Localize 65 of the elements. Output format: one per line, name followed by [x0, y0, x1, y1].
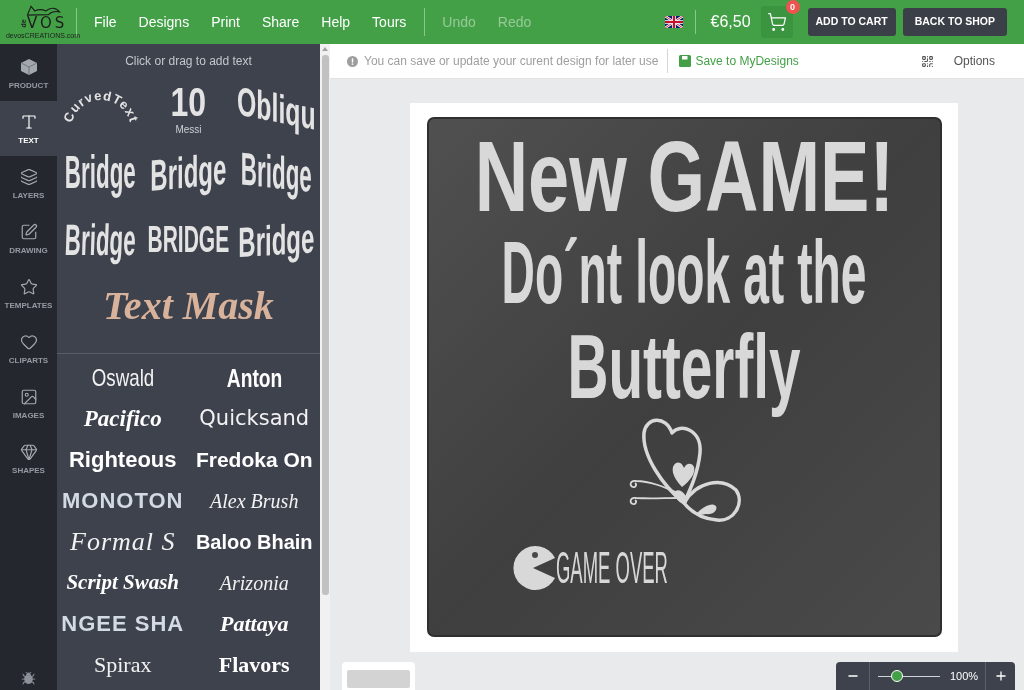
design-text[interactable]: New GAME! — [474, 126, 895, 226]
font-option[interactable]: MONOTON — [62, 489, 184, 512]
info-icon — [347, 55, 358, 67]
pacman-icon[interactable] — [510, 545, 556, 592]
bridge-text-preset[interactable]: Bridge — [238, 216, 315, 264]
sidebar-tab[interactable]: CLIPARTS — [0, 321, 57, 376]
qr-code-icon[interactable] — [920, 54, 934, 68]
pencil-square-icon — [19, 222, 38, 241]
font-option[interactable]: NGEE SHA — [61, 612, 185, 635]
options-button[interactable]: Options — [953, 52, 995, 70]
game-over-text[interactable]: GAME OVER — [556, 546, 668, 591]
oblique-text-preset[interactable]: Obliqu — [236, 80, 316, 136]
bug-icon[interactable] — [21, 671, 36, 686]
sidebar-tab[interactable]: PRODUCT — [0, 46, 57, 101]
font-option[interactable]: Baloo Bhain — [195, 531, 313, 552]
font-option[interactable]: Quicksand — [199, 408, 310, 429]
add-to-cart-button[interactable]: ADD TO CART — [807, 8, 896, 36]
fox-logo-icon — [24, 5, 62, 16]
sidebar-tab[interactable]: IMAGES — [0, 376, 57, 431]
font-option[interactable]: Righteous — [68, 448, 177, 471]
zoom-slider-thumb[interactable] — [890, 670, 903, 682]
font-option[interactable]: Arizonia — [219, 572, 289, 593]
sidebar-tab[interactable]: SHAPES — [0, 431, 57, 486]
font-option[interactable]: Oswald — [91, 365, 154, 390]
layers-icon — [19, 167, 38, 186]
zoom-percentage: 100% — [950, 668, 979, 684]
uk-flag-icon[interactable] — [665, 16, 684, 28]
cart-button[interactable] — [760, 6, 793, 38]
scrollbar-thumb[interactable] — [321, 55, 329, 595]
cart-count-badge: 0 — [785, 0, 800, 14]
font-option[interactable]: Spirax — [94, 653, 152, 676]
bridge-text-preset[interactable]: Bridge — [150, 146, 227, 198]
sidebar-tab[interactable]: TEMPLATES — [0, 266, 57, 321]
font-option[interactable]: Pacifico — [83, 407, 162, 430]
font-option[interactable]: Formal S — [70, 528, 176, 555]
design-text[interactable]: Do´nt look at the — [501, 228, 868, 317]
bridge-text-preset[interactable]: Bridge — [240, 145, 312, 199]
font-option[interactable]: Flavors — [218, 653, 290, 676]
sidebar-tab[interactable]: DRAWING — [0, 211, 57, 266]
back-to-shop-button[interactable]: BACK TO SHOP — [902, 8, 1007, 36]
text-tool-icon — [19, 112, 38, 131]
image-icon — [19, 387, 38, 406]
gem-icon — [19, 442, 38, 461]
logo-wordmark: VOS — [26, 16, 68, 31]
font-option[interactable]: Anton — [226, 364, 283, 391]
number-text-preset[interactable]: 10 Messi — [166, 81, 211, 135]
sidebar-tab[interactable]: LAYERS — [0, 156, 57, 211]
heart-icon — [19, 332, 38, 351]
cube-icon — [19, 57, 38, 76]
panel-hint: Click or drag to add text — [125, 53, 252, 70]
price-text: €6,50 — [710, 12, 751, 32]
zoom-slider[interactable] — [878, 670, 940, 682]
star-icon — [19, 277, 38, 296]
font-option[interactable]: Pattaya — [220, 612, 289, 635]
font-option[interactable]: Alex Brush — [210, 490, 299, 511]
text-mask-preset[interactable]: Text Mask — [103, 285, 274, 326]
font-option[interactable]: Fredoka On — [195, 449, 313, 470]
cart-icon — [766, 12, 787, 32]
save-notice-text: You can save or update your curent design for later use — [364, 53, 659, 70]
bridge-text-preset[interactable]: BRIDGE — [147, 222, 230, 258]
font-option[interactable]: Script Swash — [66, 572, 180, 593]
page-thumbnail[interactable] — [342, 662, 415, 690]
design-text[interactable]: Butterfly — [567, 315, 802, 420]
plus-icon — [993, 669, 1008, 683]
sidebar-tab[interactable]: TEXT — [0, 101, 57, 156]
